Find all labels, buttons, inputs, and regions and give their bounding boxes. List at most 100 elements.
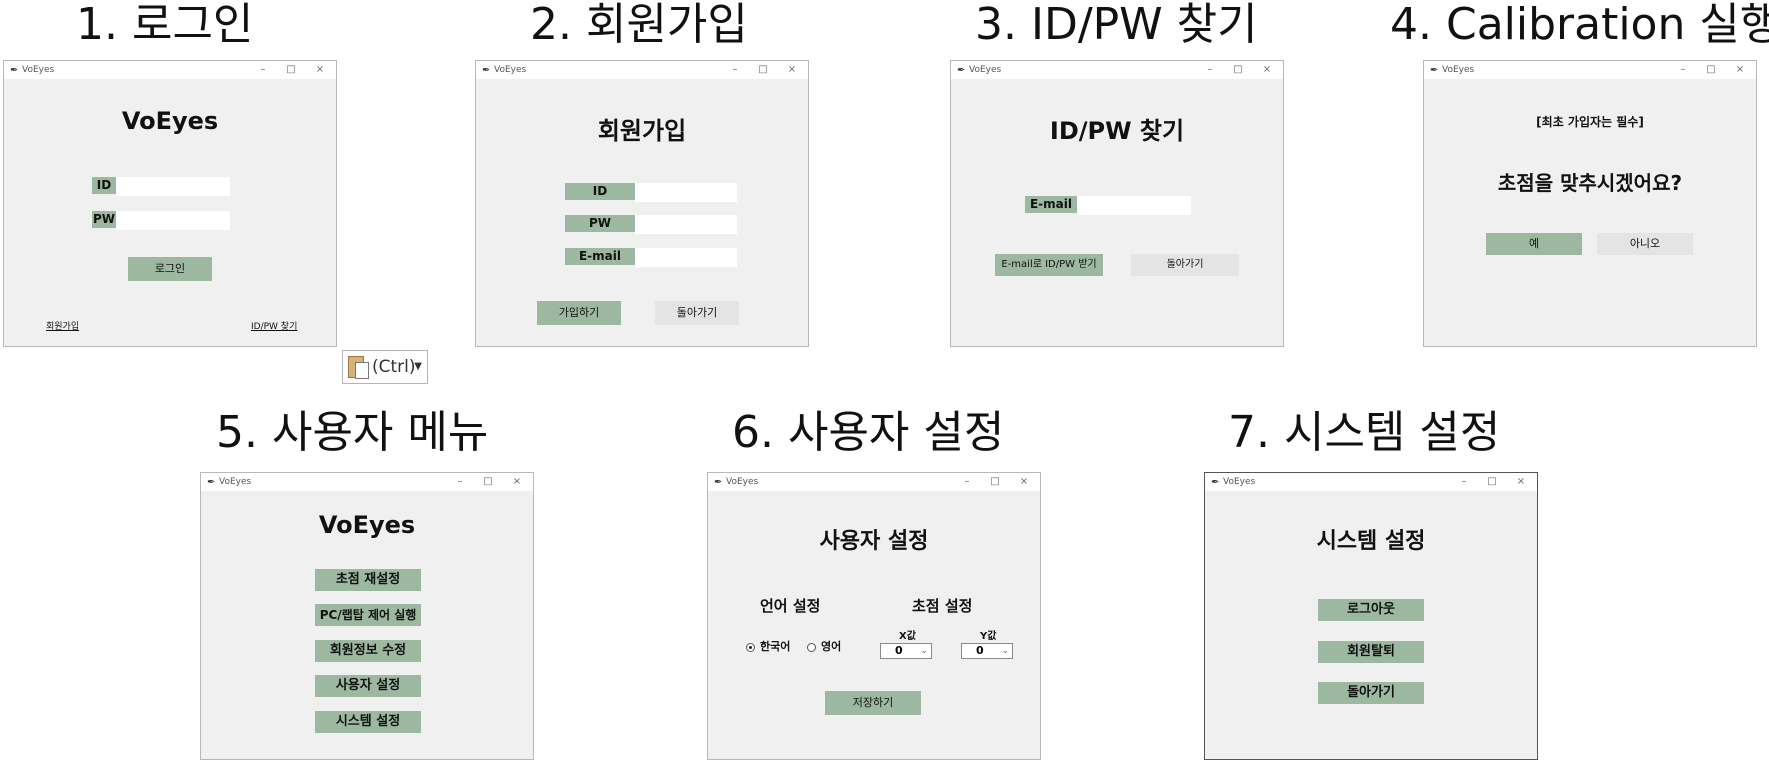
maximize-icon[interactable]: □	[284, 61, 298, 79]
title-bar: ✒ VoEyes – □ ×	[951, 61, 1283, 79]
chevron-down-icon: ⌄	[920, 646, 928, 656]
y-value: 0	[976, 644, 984, 657]
english-label: 영어	[821, 640, 842, 653]
minimize-icon[interactable]: –	[1203, 61, 1217, 79]
user-settings-window: ✒ VoEyes – □ × 사용자 설정 언어 설정 초점 설정 한국어 영어…	[707, 472, 1041, 760]
close-icon[interactable]: ×	[1733, 61, 1747, 79]
x-value: 0	[895, 644, 903, 657]
system-settings-window: ✒ VoEyes – □ × 시스템 설정 로그아웃 회원탈퇴 돌아가기	[1204, 472, 1538, 760]
caption-user-menu: 5. 사용자 메뉴	[216, 407, 489, 458]
close-icon[interactable]: ×	[1514, 473, 1528, 491]
window-title: VoEyes	[22, 65, 55, 75]
maximize-icon[interactable]: □	[481, 473, 495, 491]
join-button[interactable]: 가입하기	[537, 301, 621, 325]
minimize-icon[interactable]: –	[728, 61, 742, 79]
title-bar: ✒ VoEyes – □ ×	[1205, 473, 1537, 491]
login-heading: VoEyes	[121, 107, 219, 135]
maximize-icon[interactable]: □	[1231, 61, 1245, 79]
korean-radio[interactable]: 한국어	[746, 638, 790, 654]
email-input[interactable]	[635, 248, 737, 267]
title-bar: ✒ VoEyes – □ ×	[1424, 61, 1756, 79]
title-bar: ✒ VoEyes – □ ×	[201, 473, 533, 491]
title-bar: ✒ VoEyes – □ ×	[476, 61, 808, 79]
title-bar: ✒ VoEyes – □ ×	[708, 473, 1040, 491]
login-button[interactable]: 로그인	[128, 257, 212, 281]
window-title: VoEyes	[1223, 477, 1256, 487]
feather-icon: ✒	[1430, 65, 1439, 76]
paper-icon	[355, 362, 369, 379]
pw-input[interactable]	[116, 211, 230, 230]
find-window: ✒ VoEyes – □ × ID/PW 찾기 E-mail E-mail로 I…	[950, 60, 1284, 347]
id-input[interactable]	[116, 177, 230, 196]
feather-icon: ✒	[10, 65, 19, 76]
email-label: E-mail	[565, 248, 635, 265]
caption-login: 1. 로그인	[76, 0, 254, 50]
maximize-icon[interactable]: □	[1704, 61, 1718, 79]
signup-heading: 회원가입	[597, 117, 687, 145]
signup-window: ✒ VoEyes – □ × 회원가입 ID PW E-mail 가입하기 돌아…	[475, 60, 809, 347]
close-icon[interactable]: ×	[1260, 61, 1274, 79]
caption-user-settings: 6. 사용자 설정	[732, 407, 1005, 458]
feather-icon: ✒	[957, 65, 966, 76]
paste-options-button[interactable]: (Ctrl) ▼	[342, 350, 428, 384]
window-title: VoEyes	[219, 477, 252, 487]
radio-unselected-icon	[807, 642, 816, 652]
user-settings-button[interactable]: 사용자 설정	[315, 675, 421, 697]
login-window: ✒ VoEyes – □ × VoEyes ID PW 로그인 회원가입 ID/…	[3, 60, 337, 347]
close-icon[interactable]: ×	[1017, 473, 1031, 491]
save-button[interactable]: 저장하기	[825, 691, 921, 715]
focus-question: 초점을 맞추시겠어요?	[1497, 171, 1683, 195]
minimize-icon[interactable]: –	[1676, 61, 1690, 79]
email-label: E-mail	[1025, 196, 1077, 213]
logout-button[interactable]: 로그아웃	[1318, 599, 1424, 621]
x-value-label: X값	[899, 631, 916, 642]
signup-link[interactable]: 회원가입	[46, 319, 79, 332]
y-value-select[interactable]: 0 ⌄	[961, 643, 1013, 659]
window-title: VoEyes	[726, 477, 759, 487]
window-title: VoEyes	[494, 65, 527, 75]
feather-icon: ✒	[1211, 477, 1220, 488]
pc-control-button[interactable]: PC/랩탑 제어 실행	[315, 604, 421, 626]
pw-label: PW	[565, 215, 635, 232]
minimize-icon[interactable]: –	[1457, 473, 1471, 491]
calibration-window: ✒ VoEyes – □ × [최초 가입자는 필수] 초점을 맞추시겠어요? …	[1423, 60, 1757, 347]
id-label: ID	[92, 177, 116, 194]
minimize-icon[interactable]: –	[453, 473, 467, 491]
chevron-down-icon: ⌄	[1001, 646, 1009, 656]
back-button[interactable]: 돌아가기	[1318, 682, 1424, 704]
maximize-icon[interactable]: □	[1485, 473, 1499, 491]
back-button[interactable]: 돌아가기	[1131, 254, 1239, 276]
edit-profile-button[interactable]: 회원정보 수정	[315, 640, 421, 662]
window-title: VoEyes	[969, 65, 1002, 75]
first-user-note: [최초 가입자는 필수]	[1536, 115, 1644, 129]
y-value-label: Y값	[980, 631, 997, 642]
maximize-icon[interactable]: □	[756, 61, 770, 79]
close-icon[interactable]: ×	[510, 473, 524, 491]
pw-label: PW	[92, 211, 116, 228]
english-radio[interactable]: 영어	[807, 638, 841, 654]
minimize-icon[interactable]: –	[960, 473, 974, 491]
refocus-button[interactable]: 초점 재설정	[315, 569, 421, 591]
system-settings-button[interactable]: 시스템 설정	[315, 711, 421, 733]
feather-icon: ✒	[482, 65, 491, 76]
close-icon[interactable]: ×	[785, 61, 799, 79]
find-id-pw-link[interactable]: ID/PW 찾기	[251, 319, 297, 332]
x-value-select[interactable]: 0 ⌄	[880, 643, 932, 659]
withdraw-button[interactable]: 회원탈퇴	[1318, 641, 1424, 663]
caption-system-settings: 7. 시스템 설정	[1228, 407, 1501, 458]
user-settings-heading: 사용자 설정	[819, 529, 929, 554]
send-email-button[interactable]: E-mail로 ID/PW 받기	[995, 254, 1103, 276]
feather-icon: ✒	[714, 477, 723, 488]
yes-button[interactable]: 예	[1486, 233, 1582, 255]
pw-input[interactable]	[635, 215, 737, 234]
caption-calibration: 4. Calibration 실행	[1390, 0, 1769, 50]
chevron-down-icon: ▼	[414, 361, 422, 372]
id-input[interactable]	[635, 183, 737, 202]
back-button[interactable]: 돌아가기	[655, 301, 739, 325]
minimize-icon[interactable]: –	[256, 61, 270, 79]
no-button[interactable]: 아니오	[1597, 233, 1693, 255]
email-input[interactable]	[1077, 196, 1191, 215]
close-icon[interactable]: ×	[313, 61, 327, 79]
maximize-icon[interactable]: □	[988, 473, 1002, 491]
paste-ctrl-label: (Ctrl)	[372, 357, 416, 377]
